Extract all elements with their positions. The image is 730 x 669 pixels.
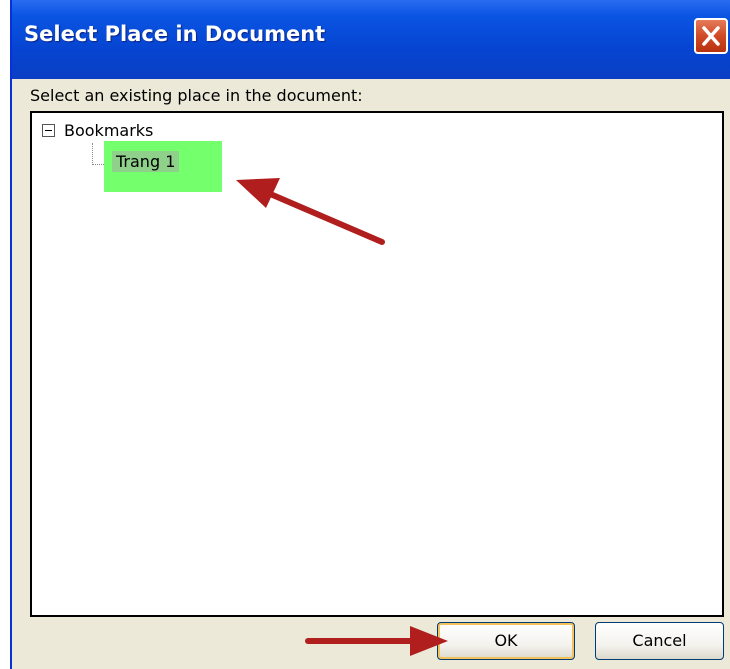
close-icon	[702, 26, 720, 46]
cancel-button[interactable]: Cancel	[595, 622, 724, 660]
tree-node-bookmarks[interactable]: Bookmarks	[64, 121, 153, 140]
tree-node-trang-1[interactable]: Trang 1	[112, 151, 180, 172]
collapse-icon[interactable]	[42, 124, 55, 137]
select-place-dialog: Select Place in Document Select an exist…	[10, 0, 730, 669]
place-tree[interactable]: Bookmarks Trang 1	[30, 111, 724, 617]
ok-button[interactable]: OK	[437, 622, 575, 660]
prompt-label: Select an existing place in the document…	[30, 86, 363, 105]
dialog-titlebar[interactable]: Select Place in Document	[12, 0, 730, 79]
close-button[interactable]	[694, 18, 728, 54]
dialog-title: Select Place in Document	[24, 22, 326, 46]
